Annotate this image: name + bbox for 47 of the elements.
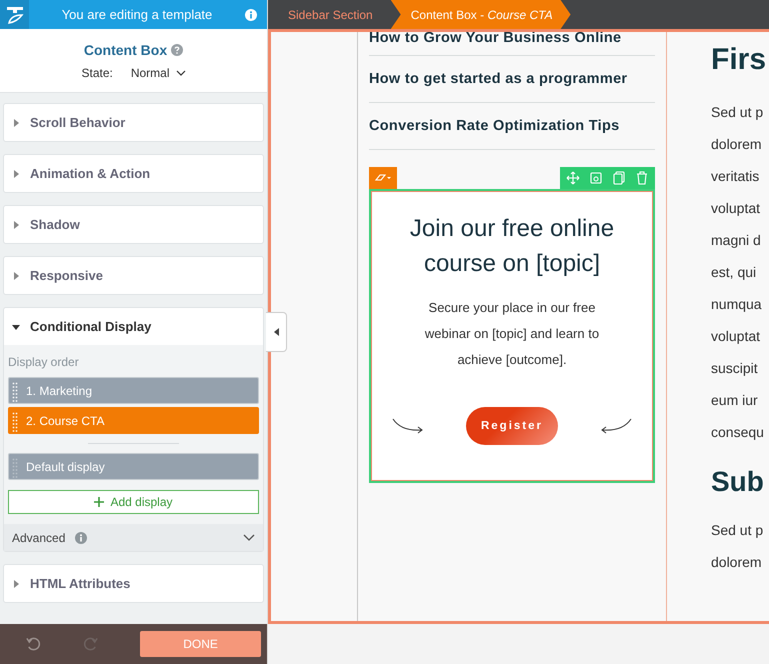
section-header[interactable]: Animation & Action [4,155,263,192]
plus-icon [94,497,104,507]
redo-icon[interactable] [83,636,98,652]
move-icon[interactable] [564,169,582,187]
curved-arrow-icon [391,416,425,436]
caret-right-icon [12,118,20,126]
element-menu-icon[interactable] [369,167,397,189]
collapse-tab[interactable] [266,312,287,352]
add-display-button[interactable]: Add display [8,490,259,514]
caret-right-icon [12,580,20,588]
section-header[interactable]: Scroll Behavior [4,104,263,141]
sidebar-link[interactable]: How to get started as a programmer [369,68,655,90]
cta-heading: Join our free online course on [topic] [408,214,616,279]
section-header[interactable]: Responsive [4,257,263,294]
article-heading: Firs [711,42,766,78]
chevron-down-icon [243,534,255,542]
section-header[interactable]: HTML Attributes [4,565,263,602]
sidebar-link[interactable]: Conversion Rate Optimization Tips [369,115,655,137]
drag-handle-icon[interactable] [12,456,18,478]
drag-handle-icon[interactable] [12,410,18,432]
advanced-toggle[interactable]: Advanced [4,524,263,551]
cta-text: Secure your place in our free webinar on [topic] and learn to achieve [outcome]. [424,299,600,369]
caret-left-icon [274,328,278,336]
register-button[interactable]: Register [466,407,558,445]
article-paragraph: Sed ut p dolorem veritatis voluptat magni d est, qui numqua voluptat suscipit eum iur consequ [711,103,764,442]
display-order-label: Display order [8,355,80,369]
drag-handle-icon[interactable] [12,380,18,402]
article-paragraph: Sed ut p dolorem [711,521,764,572]
state-label: State: [81,66,113,80]
info-icon[interactable] [75,532,88,544]
section-header[interactable]: Conditional Display [4,308,263,345]
undo-icon[interactable] [26,636,42,652]
caret-right-icon [12,220,20,228]
caret-right-icon [12,170,20,178]
logo-icon[interactable] [0,0,29,29]
article-subheading: Sub [711,466,764,498]
info-icon[interactable] [245,8,257,20]
chevron-down-icon [176,70,186,76]
breadcrumb[interactable]: Sidebar Section [268,0,391,29]
help-icon[interactable] [171,44,184,56]
panel-title: Content Box [84,42,168,58]
state-dropdown[interactable]: Normal [130,66,186,80]
caret-down-icon [12,322,20,330]
caret-right-icon [12,272,20,280]
curved-arrow-icon [599,416,633,436]
section-header[interactable]: Shadow [4,206,263,243]
editing-banner-text: You are editing a template [60,7,214,22]
